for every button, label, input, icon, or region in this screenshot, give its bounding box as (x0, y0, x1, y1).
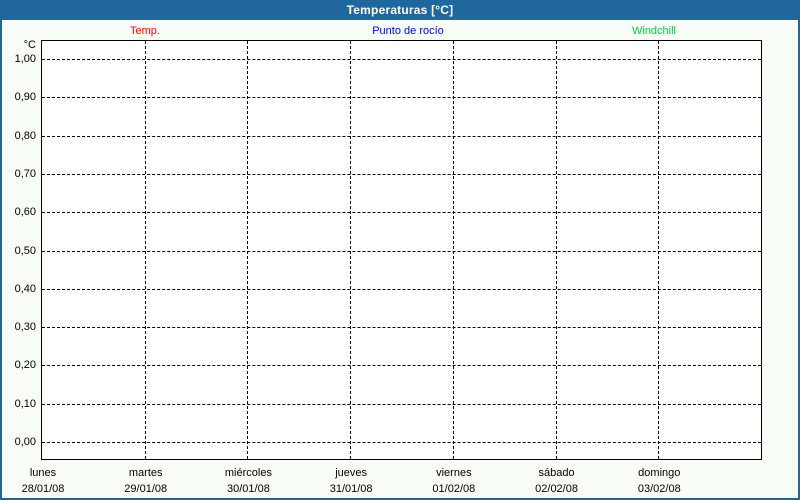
h-gridline (42, 135, 761, 137)
h-gridline (42, 365, 761, 367)
h-gridline (42, 442, 761, 443)
x-date-label: 01/02/08 (432, 483, 476, 495)
y-tick-label: 0,80 (14, 129, 36, 142)
x-day-label: lunes (29, 467, 57, 479)
legend-item: Punto de rocío (372, 25, 444, 37)
h-gridline (42, 173, 761, 175)
y-tick-label: 0,60 (14, 206, 36, 219)
x-date-label: 02/02/08 (535, 483, 578, 495)
y-axis-unit-label: °C (23, 39, 36, 51)
h-gridline (42, 327, 761, 329)
legend-item: Windchill (631, 25, 677, 37)
v-gridline (452, 41, 454, 459)
x-day-label: sábado (538, 467, 575, 479)
x-day-label: jueves (335, 467, 368, 479)
y-tick-label: 0,50 (14, 244, 36, 257)
y-tick-label: 0,40 (14, 282, 36, 295)
chart-title: Temperaturas [°C] (346, 3, 454, 17)
h-gridline (42, 97, 761, 99)
x-day-label: viernes (436, 467, 472, 479)
x-day-label: domingo (638, 467, 681, 479)
h-gridline (42, 59, 761, 60)
y-tick-label: 0,70 (14, 167, 36, 180)
x-date-label: 31/01/08 (329, 483, 373, 495)
y-tick-label: 0,90 (14, 91, 36, 104)
x-date-label: 30/01/08 (227, 483, 270, 495)
h-gridline (42, 403, 761, 405)
h-gridline (42, 288, 761, 290)
legend-item: Temp. (130, 25, 160, 37)
y-tick-label: 0,20 (14, 359, 36, 372)
y-tick-label: 0,30 (14, 321, 36, 334)
x-day-label: miércoles (224, 467, 272, 479)
v-gridline (658, 41, 660, 459)
v-gridline (247, 41, 249, 459)
plot-area (41, 40, 762, 460)
chart-window: Temperaturas [°C] Temp. Punto de rocío Win… (0, 0, 800, 500)
x-date-label: 29/01/08 (124, 483, 168, 495)
y-tick-label: 1,00 (14, 53, 36, 65)
v-gridline (144, 41, 146, 459)
x-date-label: 03/02/08 (637, 483, 681, 495)
title-bar: Temperaturas [°C] (2, 2, 798, 20)
h-gridline (42, 250, 761, 252)
y-tick-label: 0,00 (14, 436, 36, 448)
v-gridline (555, 41, 557, 459)
x-date-label: 28/01/08 (21, 483, 65, 495)
x-day-label: martes (128, 467, 163, 479)
v-gridline (350, 41, 352, 459)
h-gridline (42, 212, 761, 214)
y-tick-label: 0,10 (14, 397, 36, 410)
